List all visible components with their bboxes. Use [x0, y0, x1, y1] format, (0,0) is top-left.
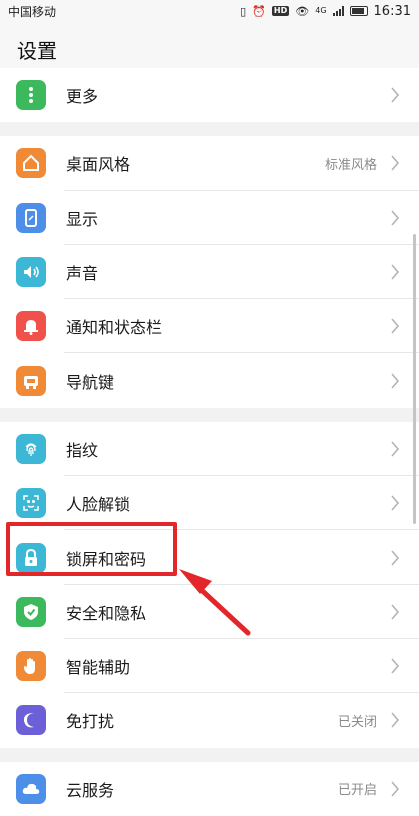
settings-group: 桌面风格 标准风格显示声音通知和状态栏 导航键: [0, 136, 419, 408]
clock: 16:31: [373, 3, 411, 19]
battery-icon: [349, 6, 368, 16]
chevron-right-icon: [385, 493, 405, 513]
chevron-right-icon: [385, 710, 405, 730]
group-separator: [0, 407, 419, 422]
settings-item-navigation[interactable]: 导航键: [0, 353, 419, 407]
navigation-icon: [16, 365, 46, 396]
network-type: 4G: [315, 6, 327, 15]
settings-item-moon[interactable]: 免打扰 已关闭: [0, 693, 419, 747]
sound-icon: [16, 257, 46, 288]
settings-item-label: 桌面风格: [66, 155, 131, 175]
page-title: 设置: [17, 39, 57, 63]
group-separator: [0, 122, 419, 137]
settings-group: 云服务 已开启: [0, 761, 419, 816]
chevron-right-icon: [385, 779, 405, 799]
settings-item-label: 通知和状态栏: [66, 318, 163, 338]
settings-item-label: 智能辅助: [66, 658, 131, 678]
settings-item-label: 云服务: [66, 780, 115, 800]
vibrate-icon: ▯: [240, 4, 247, 18]
shield-icon: [16, 596, 46, 627]
settings-item-cloud[interactable]: 云服务 已开启: [0, 762, 419, 816]
signal-icon: [332, 6, 344, 16]
chevron-right-icon: [385, 656, 405, 676]
home-icon: [16, 148, 46, 179]
settings-group: 指纹 人脸解锁 锁屏和密码 安全和隐私 智能辅助 免打扰 已关闭: [0, 421, 419, 748]
chevron-right-icon: [385, 602, 405, 622]
settings-item-label: 安全和隐私: [66, 603, 147, 623]
scrollbar[interactable]: [413, 234, 416, 524]
settings-item-label: 导航键: [66, 372, 115, 392]
settings-item-fingerprint[interactable]: 指纹: [0, 422, 419, 477]
settings-item-value: 已关闭: [337, 714, 377, 730]
face-icon: [16, 488, 46, 519]
status-bar: 中国移动 ▯ ⏰ HD 👁 4G 16:31: [0, 0, 419, 22]
hd-icon: HD: [271, 6, 290, 16]
settings-item-label: 免打扰: [66, 712, 115, 732]
settings-list: 更多 桌面风格 标准风格 显示 声音 通知和状态栏 导航键 指纹 人脸解锁 锁屏和密码 安全和隐私智…: [0, 68, 419, 816]
chevron-right-icon: [385, 208, 405, 228]
fingerprint-icon: [16, 433, 46, 464]
chevron-right-icon: [385, 371, 405, 391]
settings-item-label: 声音: [66, 264, 99, 284]
settings-item-value: 已开启: [337, 783, 377, 799]
settings-item-home[interactable]: 桌面风格 标准风格: [0, 136, 419, 191]
chevron-right-icon: [385, 153, 405, 173]
display-icon: [16, 202, 46, 233]
settings-item-more[interactable]: 更多: [0, 68, 419, 122]
settings-item-bell[interactable]: 通知和状态栏: [0, 299, 419, 354]
chevron-right-icon: [385, 85, 405, 105]
settings-item-sound[interactable]: 声音: [0, 245, 419, 300]
alarm-icon: ⏰: [252, 4, 266, 18]
settings-item-display[interactable]: 显示: [0, 191, 419, 245]
eye-icon: 👁: [295, 4, 310, 18]
chevron-right-icon: [385, 262, 405, 282]
group-separator: [0, 747, 419, 762]
chevron-right-icon: [385, 439, 405, 459]
settings-item-label: 更多: [66, 87, 99, 107]
settings-item-label: 显示: [66, 209, 99, 229]
hand-icon: [16, 651, 46, 682]
bell-icon: [16, 311, 46, 342]
status-icons: ▯ ⏰ HD 👁 4G 16:31: [240, 4, 411, 19]
annotation-highlight-box: [6, 522, 177, 576]
cloud-icon: [16, 773, 46, 804]
moon-icon: [16, 705, 46, 736]
chevron-right-icon: [385, 548, 405, 568]
settings-item-hand[interactable]: 智能辅助: [0, 639, 419, 694]
chevron-right-icon: [385, 316, 405, 336]
settings-item-value: 标准风格: [324, 157, 377, 173]
more-icon: [16, 80, 46, 111]
settings-item-shield[interactable]: 安全和隐私: [0, 585, 419, 639]
settings-item-label: 人脸解锁: [66, 495, 131, 515]
settings-group: 更多: [0, 68, 419, 123]
settings-item-label: 指纹: [66, 440, 99, 460]
carrier-name: 中国移动: [8, 4, 57, 19]
